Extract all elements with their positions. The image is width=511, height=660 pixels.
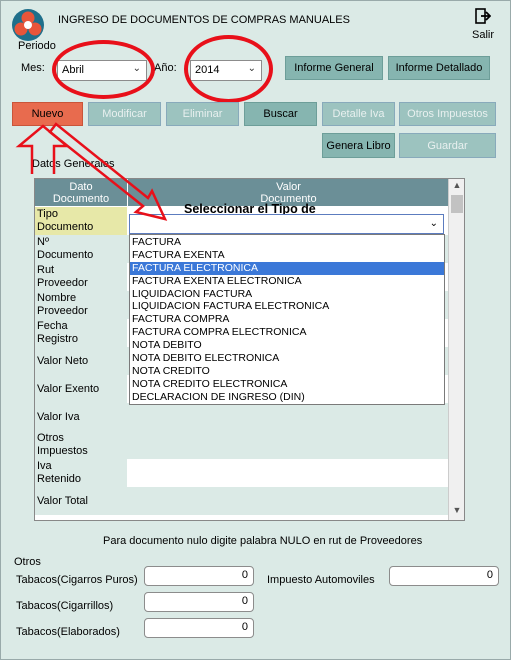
tabacos-cigarros-puros-field[interactable]: 0 [144, 566, 254, 586]
nulo-note: Para documento nulo digite palabra NULO … [103, 535, 423, 547]
exit-button[interactable]: Salir [470, 8, 496, 41]
informe-general-button[interactable]: Informe General [285, 56, 383, 80]
dropdown-option[interactable]: LIQUIDACION FACTURA [130, 288, 444, 301]
row-value[interactable] [127, 431, 449, 459]
grid-row-otros-impuestos[interactable]: Otros Impuestos [35, 431, 449, 459]
mes-value: Abril [62, 64, 85, 76]
periodo-label: Periodo [18, 40, 56, 52]
dropdown-option[interactable]: NOTA DEBITO ELECTRONICA [130, 352, 444, 365]
informe-detallado-button[interactable]: Informe Detallado [388, 56, 490, 80]
anio-value: 2014 [195, 64, 220, 76]
row-label: Valor Total [35, 487, 127, 515]
impuesto-automoviles-label: Impuesto Automoviles [267, 574, 375, 586]
scroll-up-icon[interactable]: ▲ [449, 180, 465, 194]
app-logo-icon [10, 8, 46, 42]
dropdown-option-highlighted[interactable]: FACTURA ELECTRONICA [130, 261, 444, 275]
mes-label: Mes: [21, 62, 45, 74]
tabacos-cigarrillos-field[interactable]: 0 [144, 592, 254, 612]
col-header-dato: Dato Documento [35, 179, 127, 206]
row-label: Rut Proveedor [35, 263, 127, 291]
row-label: Tipo Documento [35, 207, 127, 235]
dropdown-option[interactable]: FACTURA EXENTA [130, 249, 444, 262]
row-label: Valor Neto [35, 347, 127, 375]
row-label: Iva Retenido [35, 459, 127, 487]
exit-icon [475, 8, 492, 27]
mes-select[interactable]: Abril ⌄ [57, 60, 147, 81]
guardar-button[interactable]: Guardar [399, 133, 496, 158]
row-label: Valor Exento [35, 375, 127, 403]
impuesto-automoviles-field[interactable]: 0 [389, 566, 499, 586]
otros-impuestos-button[interactable]: Otros Impuestos [399, 102, 496, 126]
row-label: Fecha Registro [35, 319, 127, 347]
tabacos-elaborados-label: Tabacos(Elaborados) [16, 626, 120, 638]
dropdown-option[interactable]: FACTURA COMPRA [130, 313, 444, 326]
dropdown-option[interactable]: NOTA CREDITO [130, 365, 444, 378]
row-value[interactable] [127, 403, 449, 431]
grid-scrollbar[interactable]: ▲ ▼ [448, 179, 464, 520]
row-value[interactable] [127, 459, 449, 487]
dropdown-option[interactable]: NOTA CREDITO ELECTRONICA [130, 378, 444, 391]
modificar-button[interactable]: Modificar [88, 102, 161, 126]
tabacos-cigarrillos-label: Tabacos(Cigarrillos) [16, 600, 114, 612]
grid-row-iva-retenido[interactable]: Iva Retenido [35, 459, 449, 487]
nuevo-button[interactable]: Nuevo [12, 102, 83, 126]
chevron-down-icon: ⌄ [247, 63, 256, 74]
row-label: Valor Iva [35, 403, 127, 431]
exit-label: Salir [471, 29, 494, 41]
datos-generales-label: Datos Generales [32, 158, 115, 170]
chevron-down-icon: ⌄ [132, 63, 141, 74]
anio-label: Año: [154, 62, 177, 74]
anio-select[interactable]: 2014 ⌄ [190, 60, 262, 81]
detalle-iva-button[interactable]: Detalle Iva [322, 102, 395, 126]
tabacos-cigarros-puros-label: Tabacos(Cigarros Puros) [16, 574, 138, 586]
row-label: Otros Impuestos [35, 431, 127, 459]
eliminar-button[interactable]: Eliminar [166, 102, 239, 126]
dropdown-option[interactable]: DECLARACION DE INGRESO (DIN) [130, 391, 444, 404]
dropdown-option[interactable]: FACTURA [130, 236, 444, 249]
genera-libro-button[interactable]: Genera Libro [322, 133, 395, 158]
otros-label: Otros [14, 556, 41, 568]
scroll-down-icon[interactable]: ▼ [449, 505, 465, 519]
grid-row-valor-total[interactable]: Valor Total [35, 487, 449, 515]
dropdown-option[interactable]: LIQUIDACION FACTURA ELECTRONICA [130, 300, 444, 313]
tabacos-elaborados-field[interactable]: 0 [144, 618, 254, 638]
window-title: INGRESO DE DOCUMENTOS DE COMPRAS MANUALE… [58, 14, 350, 26]
row-label: Nombre Proveedor [35, 291, 127, 319]
row-value[interactable] [127, 487, 449, 515]
grid-row-valor-iva[interactable]: Valor Iva [35, 403, 449, 431]
tipo-documento-combo[interactable]: ⌄ [129, 214, 444, 234]
dropdown-option[interactable]: FACTURA COMPRA ELECTRONICA [130, 326, 444, 339]
tipo-documento-dropdown[interactable]: FACTURA FACTURA EXENTA FACTURA ELECTRONI… [129, 234, 445, 405]
dropdown-option[interactable]: NOTA DEBITO [130, 339, 444, 352]
chevron-down-icon: ⌄ [429, 218, 438, 229]
scroll-thumb[interactable] [451, 195, 463, 213]
row-label: Nº Documento [35, 235, 127, 263]
buscar-button[interactable]: Buscar [244, 102, 317, 126]
dropdown-option[interactable]: FACTURA EXENTA ELECTRONICA [130, 275, 444, 288]
